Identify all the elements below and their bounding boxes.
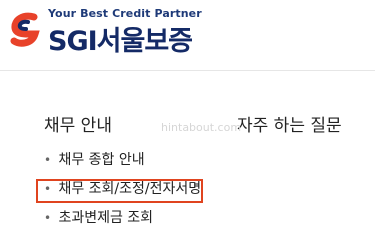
brand-name: SGI서울보증 (48, 26, 193, 57)
menu-item-label: 초과변제금 조회 (58, 210, 154, 226)
sgi-logo[interactable]: Your Best Credit Partner SGI서울보증 (8, 6, 208, 57)
faq-heading[interactable]: 자주 하는 질문 (237, 111, 342, 136)
menu-item-debt-overview[interactable]: • 채무 종합 안내 (44, 150, 201, 179)
watermark-text: hintabout.com (161, 121, 242, 134)
menu-item-label: 채무 종합 안내 (58, 152, 145, 168)
debt-guide-heading: 채무 안내 (44, 116, 112, 136)
bullet-icon: • (44, 211, 52, 225)
sgi-logo-icon (10, 12, 40, 47)
bullet-icon: • (44, 153, 52, 167)
site-header: Your Best Credit Partner SGI서울보증 (0, 0, 375, 71)
highlight-box (36, 179, 203, 203)
menu-item-overpayment-inquiry[interactable]: • 초과변제금 조회 (44, 208, 201, 237)
